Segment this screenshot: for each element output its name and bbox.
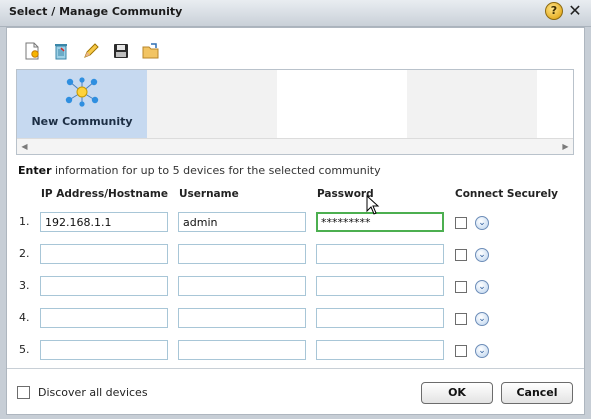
ok-button[interactable]: OK [421, 382, 493, 404]
password-input[interactable] [316, 244, 444, 264]
title-bar: Select / Manage Community ? ✕ [0, 0, 591, 27]
empty-tile [537, 70, 573, 138]
ip-input[interactable] [40, 212, 168, 232]
help-icon[interactable]: ? [545, 2, 563, 20]
chevron-down-icon[interactable]: ⌄ [475, 248, 489, 262]
connect-securely-checkbox[interactable] [455, 249, 467, 261]
password-input[interactable] [316, 212, 444, 232]
connect-securely-checkbox[interactable] [455, 313, 467, 325]
discover-all-label: Discover all devices [38, 386, 148, 399]
community-tile-label: New Community [31, 115, 133, 128]
scroll-left-icon[interactable]: ◀ [17, 139, 32, 154]
community-tile-new[interactable]: New Community [17, 70, 147, 138]
row-number: 4. [19, 311, 30, 324]
connect-securely-checkbox[interactable] [455, 281, 467, 293]
ip-column-header: IP Address/Hostname [41, 188, 168, 200]
empty-tile [147, 70, 277, 138]
ip-input[interactable] [40, 244, 168, 264]
row-number: 1. [19, 215, 30, 228]
chevron-down-icon[interactable]: ⌄ [475, 216, 489, 230]
discover-all-checkbox[interactable] [17, 386, 30, 399]
password-input[interactable] [316, 340, 444, 360]
ip-input[interactable] [40, 308, 168, 328]
password-input[interactable] [316, 308, 444, 328]
close-icon[interactable]: ✕ [567, 3, 583, 19]
connect-securely-checkbox[interactable] [455, 217, 467, 229]
ip-input[interactable] [40, 276, 168, 296]
save-icon[interactable] [112, 42, 130, 60]
username-input[interactable] [178, 308, 306, 328]
username-input[interactable] [178, 276, 306, 296]
chevron-down-icon[interactable]: ⌄ [475, 344, 489, 358]
row-number: 3. [19, 279, 30, 292]
cancel-button[interactable]: Cancel [501, 382, 573, 404]
username-input[interactable] [178, 244, 306, 264]
chevron-down-icon[interactable]: ⌄ [475, 280, 489, 294]
username-column-header: Username [179, 188, 239, 200]
footer-divider [7, 368, 584, 369]
new-icon[interactable] [23, 42, 41, 60]
mouse-cursor-icon [366, 194, 380, 215]
instructions-rest: information for up to 5 devices for the … [51, 164, 381, 177]
password-input[interactable] [316, 276, 444, 296]
dialog-title: Select / Manage Community [9, 5, 183, 18]
connect-securely-checkbox[interactable] [455, 345, 467, 357]
community-network-icon [64, 77, 100, 107]
open-folder-icon[interactable] [142, 42, 160, 60]
empty-tile [407, 70, 537, 138]
manage-community-dialog: New Community ◀ ▶ Enter information for … [6, 27, 585, 415]
row-number: 2. [19, 247, 30, 260]
row-number: 5. [19, 343, 30, 356]
community-tiles: New Community ◀ ▶ [16, 69, 574, 155]
horizontal-scrollbar[interactable]: ◀ ▶ [17, 138, 573, 154]
instructions-emphasis: Enter [18, 164, 52, 177]
chevron-down-icon[interactable]: ⌄ [475, 312, 489, 326]
username-input[interactable] [178, 212, 306, 232]
edit-icon[interactable] [82, 42, 100, 60]
instructions-text: Enter information for up to 5 devices fo… [18, 164, 381, 177]
ip-input[interactable] [40, 340, 168, 360]
scroll-right-icon[interactable]: ▶ [558, 139, 573, 154]
empty-tile [277, 70, 407, 138]
username-input[interactable] [178, 340, 306, 360]
secure-column-header: Connect Securely [455, 188, 559, 200]
delete-icon[interactable] [52, 42, 70, 60]
